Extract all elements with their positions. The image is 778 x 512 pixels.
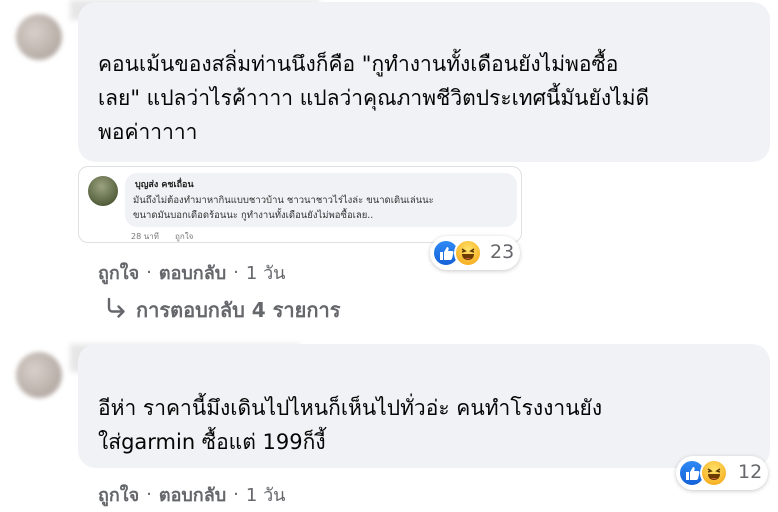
reaction-summary-2[interactable]: 12 bbox=[676, 456, 768, 490]
commenter-avatar-1[interactable] bbox=[16, 14, 62, 60]
reaction-count-1: 23 bbox=[490, 241, 515, 263]
view-replies-label: การตอบกลับ 4 รายการ bbox=[136, 298, 341, 322]
comment-time-1[interactable]: 1 วัน bbox=[246, 263, 286, 284]
comment-2-line-1: อีห่า ราคานี้มึงเดินไปไหนก็เห็นไปทั่วอ่ะ… bbox=[98, 396, 603, 420]
comment-time-2[interactable]: 1 วัน bbox=[246, 485, 286, 506]
screenshot-time: 28 นาที bbox=[131, 232, 159, 241]
screenshot-commenter-name: บุญส่ง คชเถื่อน bbox=[135, 180, 194, 190]
comment-bubble-2: อีห่า ราคานี้มึงเดินไปไหนก็เห็นไปทั่วอ่ะ… bbox=[78, 344, 770, 468]
reaction-count-2: 12 bbox=[738, 461, 763, 483]
action-separator: · bbox=[233, 262, 239, 283]
haha-icon bbox=[454, 239, 482, 267]
comment-2-line-2: ใส่garmin ซื้อแต่ 199ก็งี้ bbox=[98, 430, 326, 454]
haha-icon bbox=[700, 459, 728, 487]
comment-actions-2: ถูกใจ · ตอบกลับ · 1 วัน bbox=[98, 480, 285, 509]
action-separator: · bbox=[146, 484, 152, 505]
action-separator: · bbox=[146, 262, 152, 283]
comment-1-line-1: คอนเม้นของสลิ่มท่านนึงก็คือ "กูทำงานทั้ง… bbox=[98, 52, 619, 76]
commenter-avatar-2[interactable] bbox=[16, 352, 62, 398]
reply-arrow-icon bbox=[104, 296, 128, 325]
comment-1-line-3: พอค่าาาาา bbox=[98, 120, 198, 144]
reaction-summary-1[interactable]: 23 bbox=[430, 236, 520, 270]
screenshot-comment-bubble: บุญส่ง คชเถื่อน มันถึงไม่ต้องทำมาหากินแบ… bbox=[125, 173, 517, 227]
screenshot-avatar bbox=[88, 176, 118, 206]
reply-button-1[interactable]: ตอบกลับ bbox=[159, 263, 226, 284]
attached-screenshot-image[interactable]: บุญส่ง คชเถื่อน มันถึงไม่ต้องทำมาหากินแบ… bbox=[78, 166, 522, 243]
comment-bubble-1: คอนเม้นของสลิ่มท่านนึงก็คือ "กูทำงานทั้ง… bbox=[78, 2, 770, 162]
comment-1-line-2: เลย" แปลว่าไรค้าาาา แปลว่าคุณภาพชีวิตประ… bbox=[98, 86, 650, 110]
comment-actions-1: ถูกใจ · ตอบกลับ · 1 วัน bbox=[98, 258, 285, 287]
screenshot-line-2: ขนาดมันบอกเดือดร้อนนะ กูทำงานทั้งเดือนยั… bbox=[133, 210, 374, 221]
screenshot-line-1: มันถึงไม่ต้องทำมาหากินแบบชาวบ้าน ชาวนาชา… bbox=[133, 195, 434, 206]
like-button-2[interactable]: ถูกใจ bbox=[98, 485, 139, 506]
screenshot-like: ถูกใจ bbox=[175, 232, 194, 241]
action-separator: · bbox=[233, 484, 239, 505]
reply-button-2[interactable]: ตอบกลับ bbox=[159, 485, 226, 506]
like-button-1[interactable]: ถูกใจ bbox=[98, 263, 139, 284]
